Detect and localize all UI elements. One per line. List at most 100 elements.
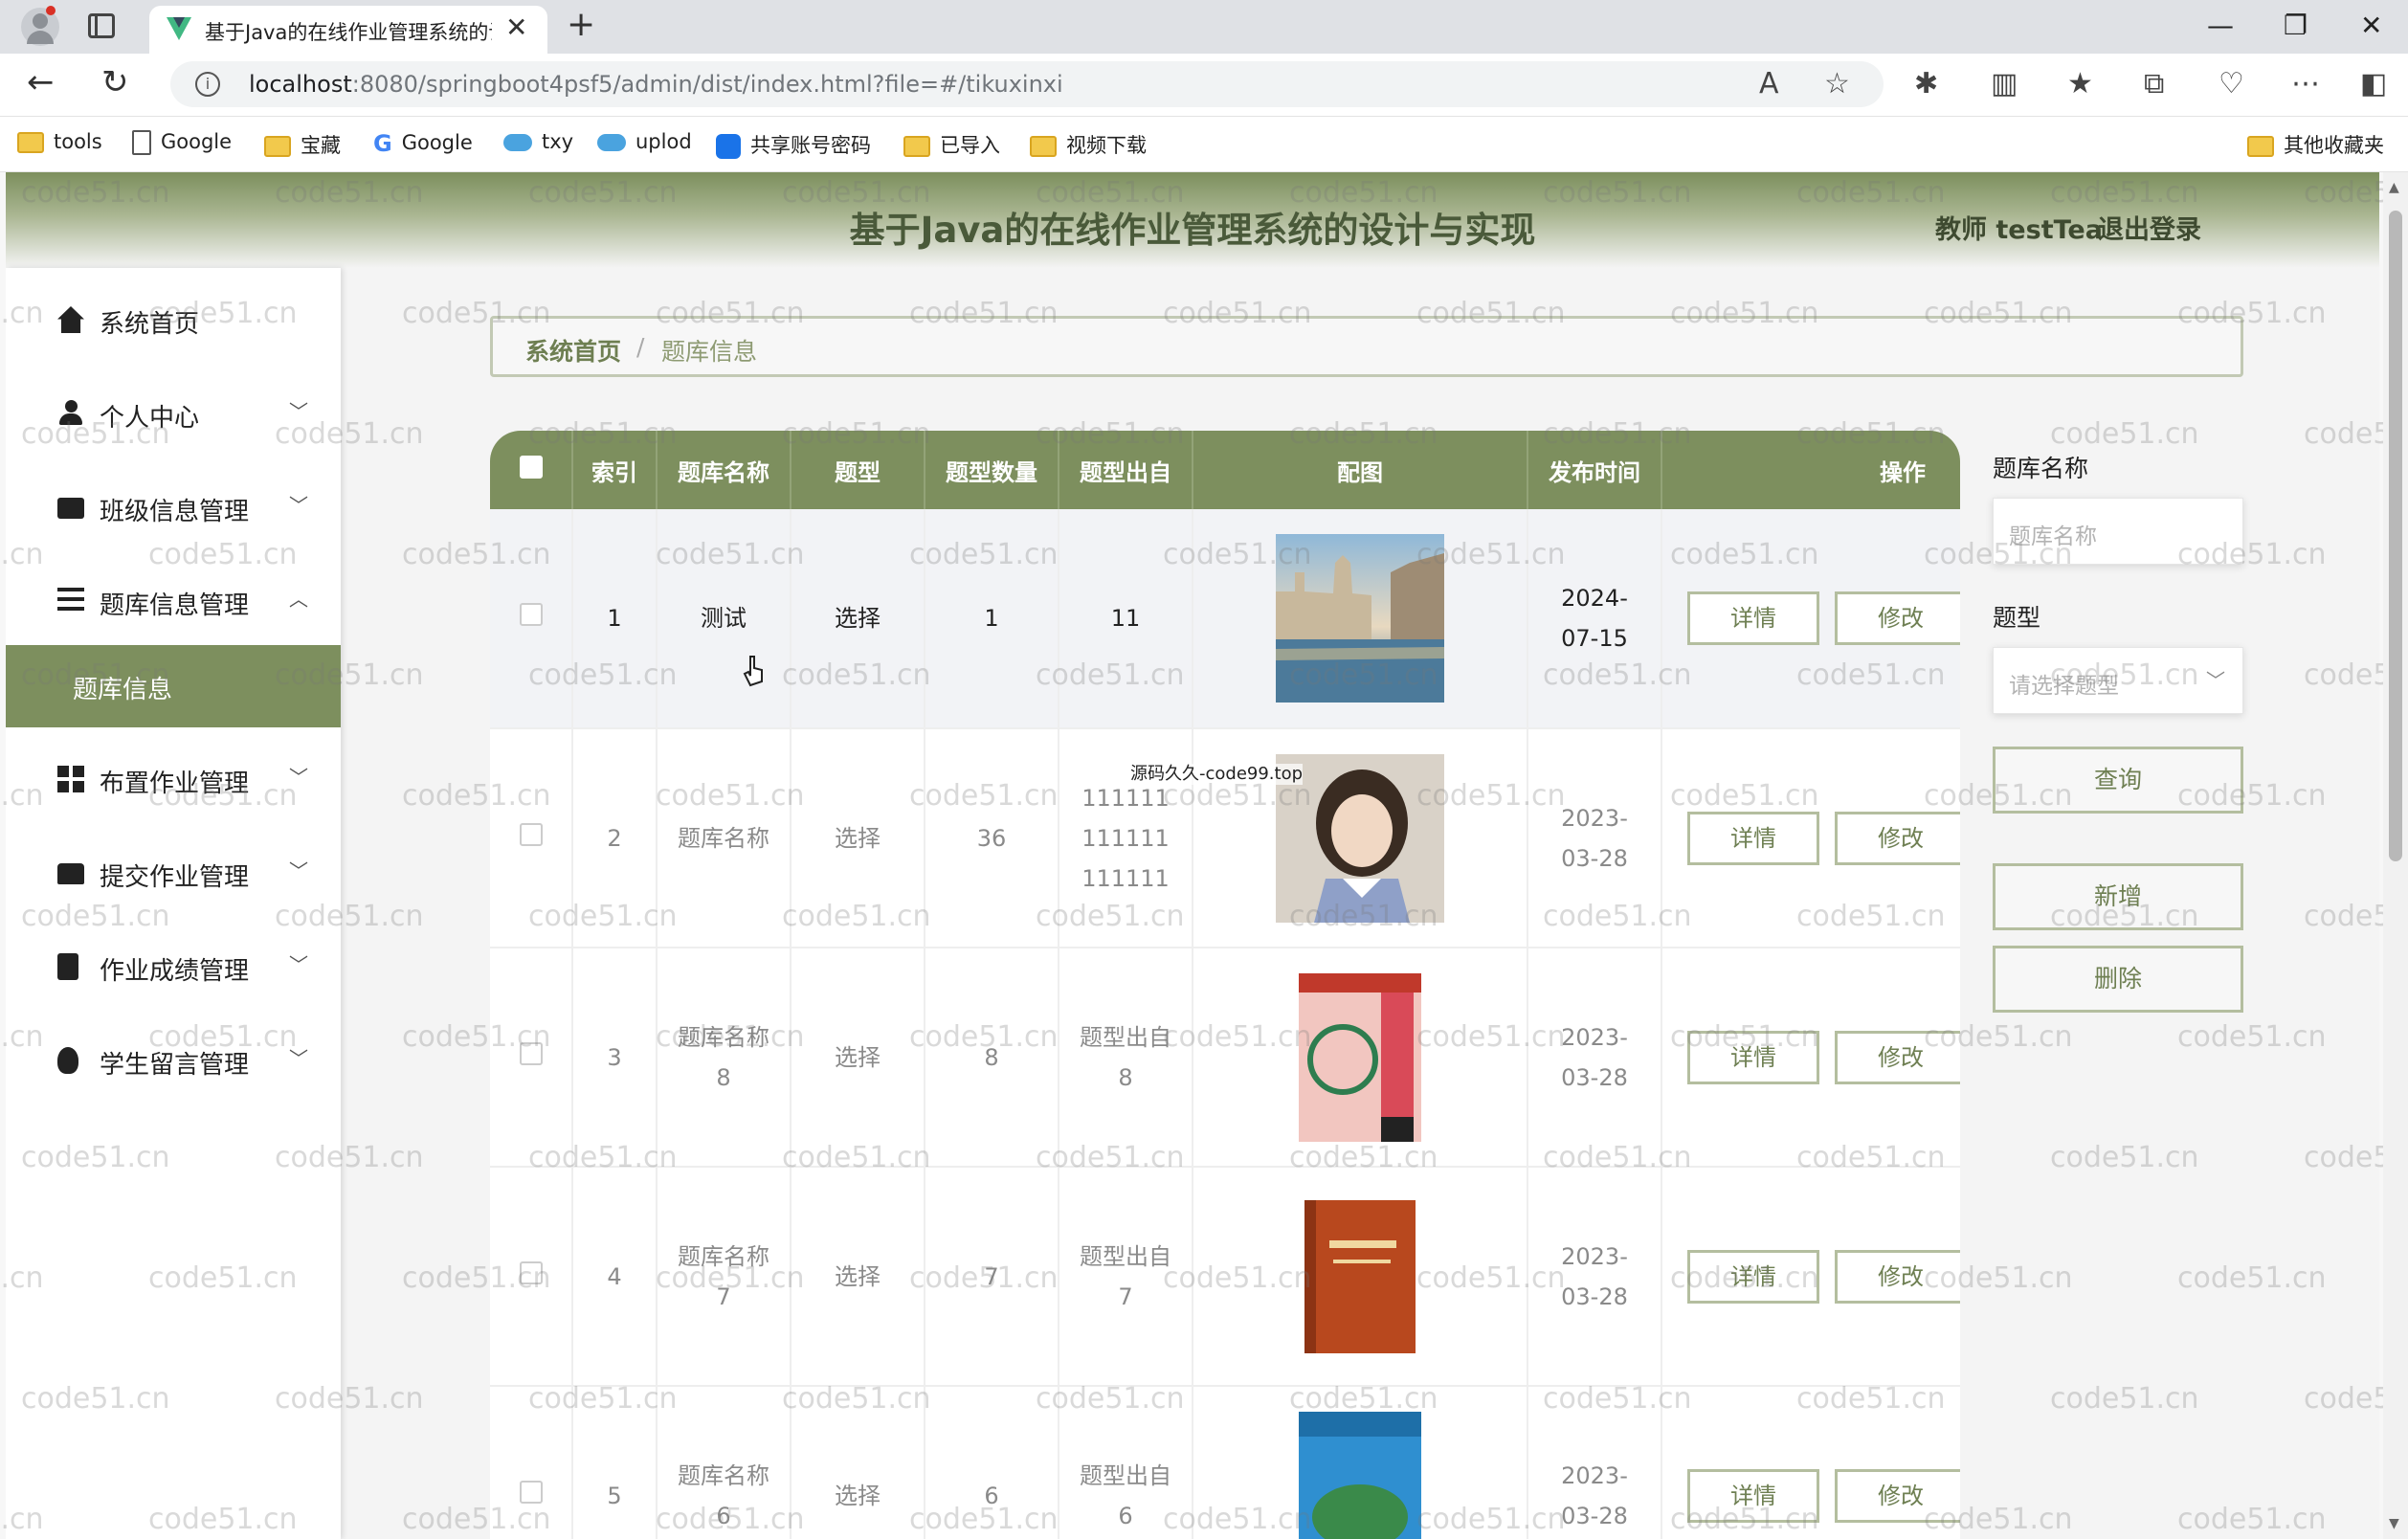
column-header[interactable]: 题型 xyxy=(791,431,925,509)
column-header[interactable]: 题型数量 xyxy=(925,431,1059,509)
favorite-star-icon[interactable]: ☆ xyxy=(1824,65,1850,103)
cell-name: 题库名称7 xyxy=(657,1167,792,1386)
row-checkbox[interactable] xyxy=(519,1041,543,1065)
venice-canal-photo[interactable] xyxy=(1276,534,1444,703)
new-tab-icon[interactable]: + xyxy=(567,8,595,42)
column-header[interactable]: 索引 xyxy=(572,431,658,509)
bookmark-google-page[interactable]: Google xyxy=(132,130,232,159)
logout-link[interactable]: 退出登录 xyxy=(2098,209,2201,246)
bookmark-uplod[interactable]: uplod xyxy=(597,130,692,159)
bookmark-google[interactable]: G Google xyxy=(373,130,473,159)
read-aloud-icon[interactable]: A xyxy=(1759,65,1779,103)
restore-icon[interactable]: ❐ xyxy=(2284,10,2308,42)
detail-button[interactable]: 详情 xyxy=(1687,811,1819,865)
hydrology-book-cover[interactable] xyxy=(1276,1411,1444,1539)
sidebar-item-student-messages[interactable]: 学生留言管理 ﹀ xyxy=(6,1015,341,1108)
breadcrumb-home[interactable]: 系统首页 xyxy=(525,333,621,368)
sidebar-item-submit-homework[interactable]: 提交作业管理 ﹀ xyxy=(6,827,341,921)
detail-button[interactable]: 详情 xyxy=(1687,1249,1819,1304)
row-checkbox[interactable] xyxy=(519,822,543,846)
row-checkbox[interactable] xyxy=(519,1260,543,1284)
split-screen-icon[interactable]: ▥ xyxy=(1991,65,2018,103)
edit-button[interactable]: 修改 xyxy=(1835,1468,1960,1523)
performance-icon[interactable]: ♡ xyxy=(2218,65,2244,103)
detail-button[interactable]: 详情 xyxy=(1687,1468,1819,1523)
tab-close-icon[interactable]: ✕ xyxy=(505,13,527,42)
literature-book-cover[interactable] xyxy=(1276,1193,1444,1361)
sidebar-toggle-icon[interactable]: ◧ xyxy=(2360,65,2387,103)
scroll-up-icon[interactable]: ▲ xyxy=(2389,180,2399,195)
bookmark-shared-accounts[interactable]: 共享账号密码 xyxy=(716,130,871,159)
sidebar-item-personal-center[interactable]: 个人中心 ﹀ xyxy=(6,368,341,461)
table-row: 4 题库名称7 选择 7 题型出自7 2023-03-28 详情 修改 xyxy=(490,1167,1960,1386)
edit-button[interactable]: 修改 xyxy=(1835,1030,1960,1084)
column-header[interactable]: 发布时间 xyxy=(1527,431,1662,509)
notification-dot xyxy=(46,6,56,15)
select-all-checkbox[interactable] xyxy=(519,456,543,479)
sidebar-item-class-info[interactable]: 班级信息管理 ﹀ xyxy=(6,461,341,555)
cell-count: 8 xyxy=(925,948,1059,1167)
row-checkbox[interactable] xyxy=(519,603,543,626)
cell-type: 选择 xyxy=(791,728,925,948)
cell-actions: 详情 修改 xyxy=(1661,728,1960,948)
window-close-icon[interactable]: ✕ xyxy=(2360,10,2382,42)
name-search-input[interactable]: 题库名称 xyxy=(1993,498,2243,565)
type-filter-label: 题型 xyxy=(1993,604,2041,632)
current-user: 教师 testTea xyxy=(1935,215,2103,245)
browser-tab-active[interactable]: 基于Java的在线作业管理系统的设计与实现 ✕ xyxy=(149,6,547,54)
bookmark-baozang[interactable]: 宝藏 xyxy=(264,130,341,159)
more-menu-icon[interactable]: ⋯ xyxy=(2291,65,2320,103)
edit-button[interactable]: 修改 xyxy=(1835,811,1960,865)
select-all-cell[interactable] xyxy=(490,431,573,509)
vertical-scrollbar[interactable]: ▲ ▼ xyxy=(2383,172,2408,1539)
column-header[interactable]: 题库名称 xyxy=(657,431,792,509)
bookmark-imported[interactable]: 已导入 xyxy=(903,130,1000,159)
collections-icon[interactable]: ⧉ xyxy=(2144,65,2164,103)
column-header[interactable]: 题型出自 xyxy=(1059,431,1193,509)
edit-button[interactable]: 修改 xyxy=(1835,1249,1960,1304)
add-button[interactable]: 新增 xyxy=(1993,863,2243,930)
sidebar-subitem-question-bank-info[interactable]: 题库信息 xyxy=(6,645,341,727)
sidebar-item-home[interactable]: 系统首页 xyxy=(6,274,341,368)
row-checkbox-cell[interactable] xyxy=(490,509,573,728)
tab-actions-icon[interactable] xyxy=(88,13,115,38)
bookmark-label: 已导入 xyxy=(940,134,1000,157)
bookmark-video-download[interactable]: 视频下载 xyxy=(1030,130,1147,159)
sidebar-item-homework-scores[interactable]: 作业成绩管理 ﹀ xyxy=(6,921,341,1015)
minimize-icon[interactable]: — xyxy=(2207,10,2234,42)
sidebar-item-question-bank[interactable]: 题库信息管理 ︿ xyxy=(6,555,341,649)
row-checkbox-cell[interactable] xyxy=(490,948,573,1167)
breadcrumb-current: 题库信息 xyxy=(661,338,758,366)
reload-icon[interactable]: ↻ xyxy=(101,63,129,101)
edit-button[interactable]: 修改 xyxy=(1835,591,1960,645)
row-checkbox[interactable] xyxy=(519,1480,543,1504)
extensions-icon[interactable]: ✱ xyxy=(1914,65,1938,103)
cell-image xyxy=(1193,1386,1528,1539)
row-checkbox-cell[interactable] xyxy=(490,1386,573,1539)
scrollbar-thumb[interactable] xyxy=(2389,211,2402,861)
cell-name: 测试 xyxy=(657,509,792,728)
type-select[interactable]: 请选择题型 ﹀ xyxy=(1993,647,2243,714)
browser-tab-bar: 基于Java的在线作业管理系统的设计与实现 ✕ + — ❐ ✕ xyxy=(0,0,2408,54)
detail-button[interactable]: 详情 xyxy=(1687,1030,1819,1084)
sidebar-item-label: 作业成绩管理 xyxy=(100,957,250,986)
url-field[interactable]: i localhost:8080/springboot4psf5/admin/d… xyxy=(170,61,1884,107)
sidebar-item-assign-homework[interactable]: 布置作业管理 ﹀ xyxy=(6,733,341,827)
detail-button[interactable]: 详情 xyxy=(1687,591,1819,645)
row-checkbox-cell[interactable] xyxy=(490,728,573,948)
name-search-placeholder: 题库名称 xyxy=(2009,524,2097,549)
query-button[interactable]: 查询 xyxy=(1993,747,2243,814)
scroll-down-icon[interactable]: ▼ xyxy=(2389,1516,2399,1531)
delete-button[interactable]: 删除 xyxy=(1993,946,2243,1013)
url-text[interactable]: localhost:8080/springboot4psf5/admin/dis… xyxy=(249,71,1063,98)
college-english-book-cover[interactable] xyxy=(1276,972,1444,1142)
bookmark-other-favorites[interactable]: 其他收藏夹 xyxy=(2247,130,2384,159)
column-header: 配图 xyxy=(1193,431,1528,509)
site-info-icon[interactable]: i xyxy=(195,72,220,97)
bookmark-txy[interactable]: txy xyxy=(503,130,573,159)
back-arrow-icon[interactable]: ← xyxy=(27,63,55,101)
favorites-icon[interactable]: ★ xyxy=(2067,65,2093,103)
bookmark-tools[interactable]: tools xyxy=(17,130,102,159)
cell-publish-time: 2023-03-28 xyxy=(1527,728,1662,948)
row-checkbox-cell[interactable] xyxy=(490,1167,573,1386)
